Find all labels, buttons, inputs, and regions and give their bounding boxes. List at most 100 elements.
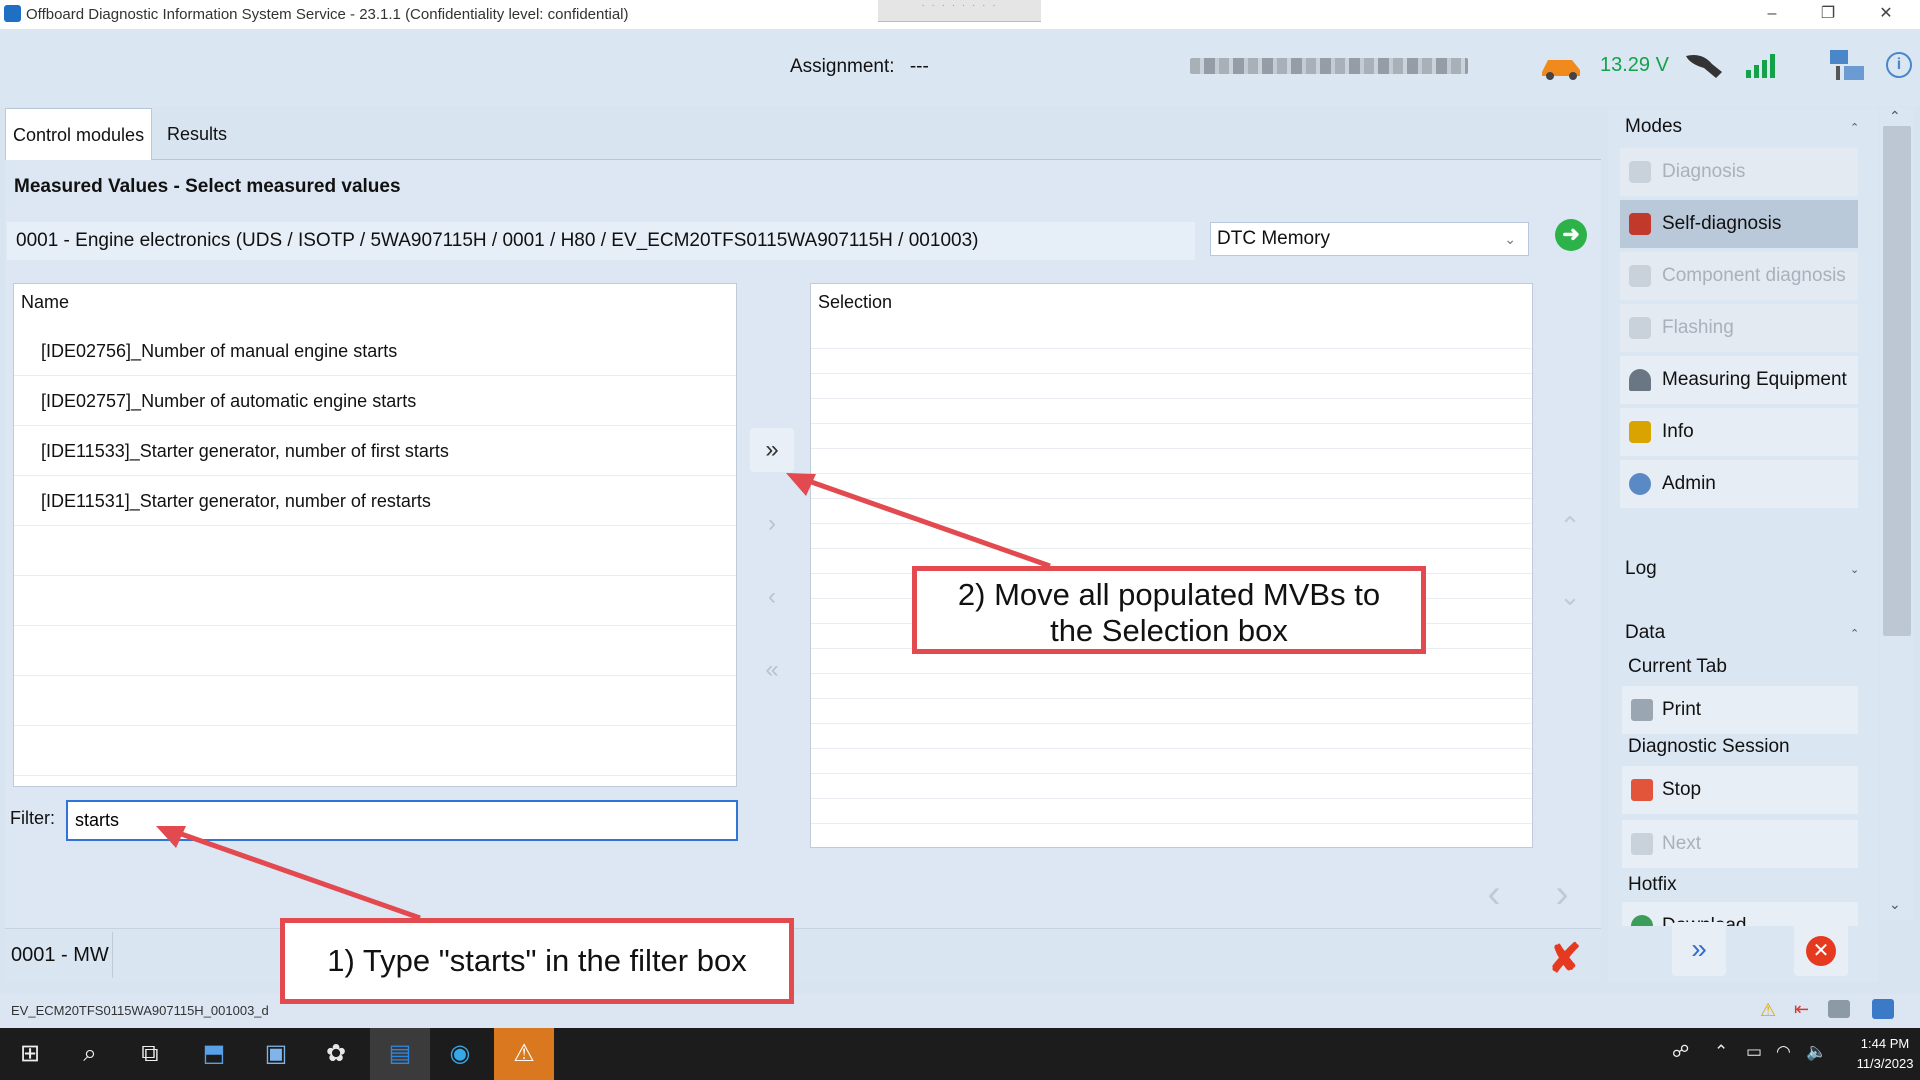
empty-row bbox=[811, 699, 1532, 724]
battery-icon[interactable]: ▭ bbox=[1746, 1042, 1762, 1062]
scrollbar-thumb[interactable] bbox=[1883, 126, 1911, 636]
drag-grip[interactable]: · · · · · · · · bbox=[878, 0, 1041, 22]
callout-step-2-line-2: the Selection box bbox=[1050, 613, 1288, 648]
stop-button[interactable]: Stop bbox=[1622, 766, 1858, 814]
scroll-down-icon[interactable]: ⌄ bbox=[1889, 896, 1901, 913]
restore-button[interactable]: ❐ bbox=[1800, 0, 1856, 29]
network-icon[interactable] bbox=[1828, 48, 1868, 86]
signal-bars-icon bbox=[1746, 54, 1775, 78]
info-icon[interactable]: i bbox=[1886, 52, 1912, 78]
empty-row bbox=[811, 424, 1532, 449]
paint-icon[interactable]: ✿ bbox=[306, 1028, 366, 1080]
empty-row bbox=[14, 726, 736, 776]
move-left-button[interactable]: ‹ bbox=[750, 575, 794, 619]
wifi-icon[interactable]: ◠ bbox=[1776, 1042, 1791, 1062]
empty-row bbox=[14, 626, 736, 676]
list-item[interactable]: [IDE11533]_Starter generator, number of … bbox=[14, 426, 736, 476]
status-text: EV_ECM20TFS0115WA907115H_001003_d bbox=[11, 1003, 269, 1018]
odis-taskbar-icon[interactable]: ▤ bbox=[370, 1028, 430, 1080]
move-down-chevron-icon[interactable]: ⌄ bbox=[1548, 568, 1592, 624]
print-button[interactable]: Print bbox=[1622, 686, 1858, 734]
mode-label: Admin bbox=[1662, 473, 1716, 494]
empty-row bbox=[811, 349, 1532, 374]
name-list[interactable]: Name [IDE02756]_Number of manual engine … bbox=[13, 283, 737, 787]
monitor-icon[interactable] bbox=[1872, 999, 1894, 1019]
list-item[interactable]: [IDE02757]_Number of automatic engine st… bbox=[14, 376, 736, 426]
warning-icon[interactable]: ⚠ bbox=[1760, 1000, 1776, 1021]
empty-row bbox=[811, 724, 1532, 749]
clock-date: 11/3/2023 bbox=[1856, 1056, 1914, 1071]
mode-measuring-equipment[interactable]: Measuring Equipment bbox=[1620, 356, 1858, 404]
chevron-down-icon: ⌄ bbox=[1504, 231, 1516, 247]
filter-label: Filter: bbox=[10, 808, 55, 828]
gauge-icon bbox=[1629, 369, 1651, 391]
close-window-button[interactable]: ✕ bbox=[1858, 0, 1914, 29]
close-session-button[interactable]: ✕ bbox=[1794, 922, 1848, 976]
go-arrow-button[interactable]: ➜ bbox=[1555, 219, 1587, 251]
app-icon[interactable]: ⬒ bbox=[184, 1028, 244, 1080]
edge-browser-icon[interactable]: ◉ bbox=[430, 1028, 490, 1080]
tab-bar: Control modules Results bbox=[5, 108, 1601, 160]
close-circle-icon: ✕ bbox=[1806, 935, 1836, 966]
minimize-button[interactable]: – bbox=[1744, 0, 1800, 29]
empty-row bbox=[811, 399, 1532, 424]
modes-header[interactable]: Modes ⌃ bbox=[1625, 116, 1859, 138]
tab-results[interactable]: Results bbox=[160, 108, 234, 160]
log-header[interactable]: Log ⌄ bbox=[1625, 558, 1859, 580]
move-all-left-button[interactable]: « bbox=[750, 648, 794, 692]
taskbar-clock[interactable]: 1:44 PM 11/3/2023 bbox=[1850, 1034, 1920, 1074]
empty-row bbox=[811, 474, 1532, 499]
callout-step-2-line-1: 2) Move all populated MVBs to bbox=[957, 577, 1381, 612]
empty-row bbox=[811, 749, 1532, 774]
stop-label: Stop bbox=[1662, 779, 1702, 800]
scroll-up-icon[interactable]: ⌃ bbox=[1889, 108, 1901, 125]
warning-app-icon[interactable]: ⚠ bbox=[494, 1028, 554, 1080]
people-icon[interactable]: ☍ bbox=[1672, 1042, 1689, 1062]
window-title: Offboard Diagnostic Information System S… bbox=[26, 6, 629, 23]
task-view-icon[interactable]: ⧉ bbox=[120, 1028, 180, 1080]
move-all-right-button[interactable]: » bbox=[750, 428, 794, 472]
app-logo-icon bbox=[4, 5, 21, 22]
remote-desktop-icon[interactable]: ▣ bbox=[246, 1028, 306, 1080]
empty-row bbox=[811, 324, 1532, 349]
mode-label: Component diagnosis bbox=[1662, 265, 1846, 286]
assignment: Assignment: --- bbox=[790, 56, 929, 78]
windows-start-icon[interactable]: ⊞ bbox=[0, 1028, 60, 1080]
selection-column-header: Selection bbox=[818, 292, 893, 312]
collapse-chevron-icon[interactable]: ⌃ bbox=[1850, 627, 1859, 640]
camera-icon[interactable] bbox=[1828, 1000, 1850, 1018]
search-icon[interactable]: ⌕ bbox=[60, 1028, 120, 1080]
mode-label: Diagnosis bbox=[1662, 161, 1746, 182]
list-item[interactable]: [IDE02756]_Number of manual engine start… bbox=[14, 326, 736, 376]
forward-double-chevron-button[interactable]: » bbox=[1672, 922, 1726, 976]
tab-control-modules[interactable]: Control modules bbox=[5, 108, 153, 160]
printer-icon bbox=[1631, 699, 1653, 721]
collapse-chevron-icon[interactable]: ⌃ bbox=[1850, 121, 1859, 134]
list-item[interactable]: [IDE11531]_Starter generator, number of … bbox=[14, 476, 736, 526]
clock-time: 1:44 PM bbox=[1860, 1036, 1910, 1051]
mode-admin[interactable]: Admin bbox=[1620, 460, 1858, 508]
empty-row bbox=[811, 524, 1532, 549]
tray-chevron-up-icon[interactable]: ⌃ bbox=[1714, 1042, 1728, 1062]
books-icon bbox=[1629, 421, 1651, 443]
mode-diagnosis: Diagnosis bbox=[1620, 148, 1858, 196]
mode-self-diagnosis[interactable]: Self-diagnosis bbox=[1620, 200, 1858, 248]
previous-page-arrow-icon[interactable]: ‹ bbox=[1470, 870, 1518, 918]
data-header[interactable]: Data ⌃ bbox=[1625, 622, 1859, 644]
filter-input[interactable] bbox=[66, 800, 738, 841]
next-page-arrow-icon[interactable]: › bbox=[1538, 870, 1586, 918]
cancel-x-icon[interactable]: ✘ bbox=[1548, 936, 1582, 982]
title-bar: Offboard Diagnostic Information System S… bbox=[0, 0, 1920, 29]
stethoscope-icon bbox=[1629, 161, 1651, 183]
vin-redacted bbox=[1190, 58, 1468, 74]
volume-icon[interactable]: 🔈 bbox=[1806, 1042, 1827, 1062]
mode-dropdown[interactable]: DTC Memory ⌄ bbox=[1210, 222, 1529, 256]
expand-chevron-icon[interactable]: ⌄ bbox=[1850, 563, 1859, 576]
footer-row bbox=[5, 928, 1601, 982]
move-up-chevron-icon[interactable]: ⌃ bbox=[1548, 498, 1592, 554]
assignment-value: --- bbox=[909, 56, 929, 77]
move-right-button[interactable]: › bbox=[750, 502, 794, 546]
mode-component-diagnosis: Component diagnosis bbox=[1620, 252, 1858, 300]
exit-icon[interactable]: ⇤ bbox=[1794, 999, 1809, 1020]
mode-info[interactable]: Info bbox=[1620, 408, 1858, 456]
